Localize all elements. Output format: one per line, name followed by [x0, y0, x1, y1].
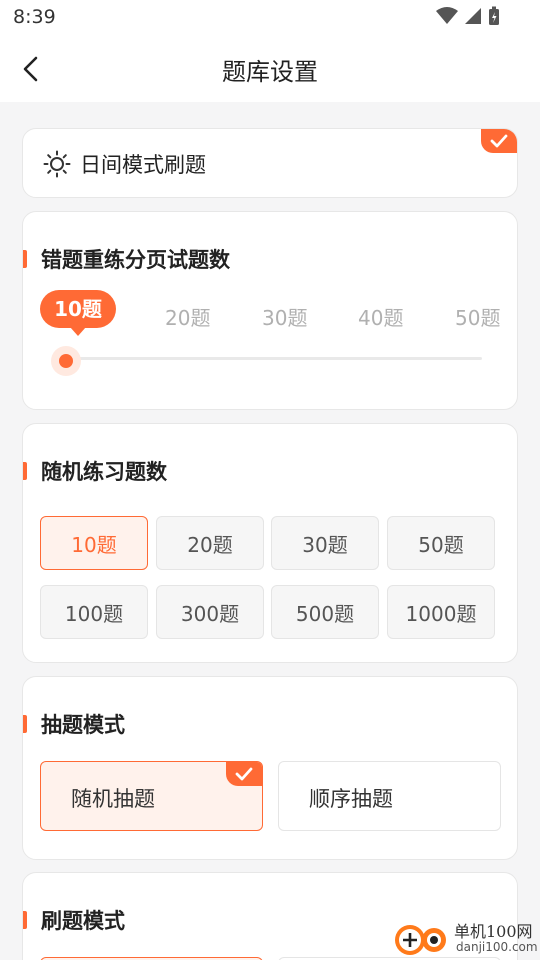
- section-accent-bar: [23, 462, 27, 480]
- wifi-icon: [436, 7, 458, 24]
- signal-icon: [465, 8, 481, 24]
- slider-thumb[interactable]: [59, 354, 73, 368]
- count-option[interactable]: 50题: [387, 516, 495, 570]
- draw-mode-card: 抽题模式 随机抽题 顺序抽题: [22, 676, 518, 860]
- count-option[interactable]: 1000题: [387, 585, 495, 639]
- status-time: 8:39: [13, 6, 56, 28]
- slider-track[interactable]: [65, 357, 482, 360]
- watermark-url: danji100.com: [456, 940, 538, 954]
- count-option[interactable]: 100题: [40, 585, 148, 639]
- random-practice-title: 随机练习题数: [41, 460, 167, 484]
- random-practice-card: 随机练习题数 10题 20题 30题 50题 100题 300题 500题 10…: [22, 423, 518, 663]
- brush-mode-title: 刷题模式: [41, 909, 125, 933]
- check-icon: [235, 767, 253, 781]
- slider-value-bubble: 10题: [40, 290, 116, 336]
- section-accent-bar: [23, 715, 27, 733]
- sun-icon: [43, 150, 71, 178]
- watermark-text: 单机100网: [454, 922, 533, 941]
- slider-option[interactable]: 40题: [358, 302, 403, 331]
- count-option[interactable]: 30题: [271, 516, 379, 570]
- battery-icon: [489, 6, 499, 25]
- count-option[interactable]: 300题: [156, 585, 264, 639]
- draw-mode-random-label: 随机抽题: [71, 787, 155, 811]
- draw-mode-sequential-label: 顺序抽题: [309, 787, 393, 811]
- section-accent-bar: [23, 911, 27, 929]
- count-option[interactable]: 20题: [156, 516, 264, 570]
- slider-option[interactable]: 30题: [262, 302, 307, 331]
- section-accent-bar: [23, 250, 27, 268]
- wrong-page-title: 错题重练分页试题数: [41, 248, 230, 272]
- slider-option[interactable]: 20题: [165, 302, 210, 331]
- watermark: 单机100网 danji100.com: [390, 916, 540, 960]
- checked-badge: [226, 762, 262, 786]
- page-title: 题库设置: [222, 58, 318, 86]
- day-mode-label: 日间模式刷题: [80, 153, 206, 177]
- status-icons: [436, 6, 500, 26]
- draw-mode-title: 抽题模式: [41, 713, 125, 737]
- draw-mode-random-button[interactable]: 随机抽题: [40, 761, 263, 831]
- watermark-logo-icon: [395, 925, 446, 955]
- day-mode-toggle[interactable]: 日间模式刷题: [22, 128, 518, 198]
- draw-mode-sequential-button[interactable]: 顺序抽题: [278, 761, 501, 831]
- wrong-page-size-card: 错题重练分页试题数 10题 20题 30题 40题 50题: [22, 211, 518, 410]
- check-icon: [490, 134, 508, 148]
- slider-option[interactable]: 50题: [455, 302, 500, 331]
- checked-badge: [481, 129, 517, 153]
- count-option-selected[interactable]: 10题: [40, 516, 148, 570]
- app-header: 题库设置: [0, 36, 540, 102]
- status-bar: 8:39: [0, 0, 540, 36]
- count-option[interactable]: 500题: [271, 585, 379, 639]
